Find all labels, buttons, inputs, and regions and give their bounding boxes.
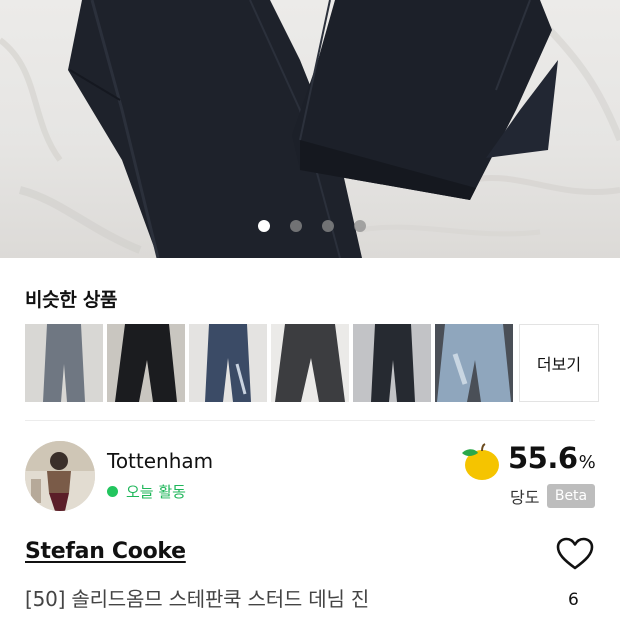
similar-item-thumbnail[interactable]	[353, 324, 431, 402]
beta-badge: Beta	[547, 484, 595, 508]
activity-label: 오늘 활동	[126, 483, 186, 501]
carousel-indicator	[0, 220, 620, 232]
product-title: [50] 솔리드옴므 스테판쿡 스터드 데님 진	[25, 587, 370, 611]
seller-activity-status: 오늘 활동	[107, 481, 186, 502]
carousel-dot[interactable]	[290, 220, 302, 232]
carousel-dot-active[interactable]	[258, 220, 270, 232]
sweetness-number: 55.6	[508, 441, 578, 475]
brand-link[interactable]: Stefan Cooke	[25, 539, 186, 564]
sweetness-score: 55.6%	[508, 441, 596, 475]
similar-item-thumbnail[interactable]	[435, 324, 513, 402]
similar-item-thumbnail[interactable]	[271, 324, 349, 402]
similar-items-title: 비슷한 상품	[25, 289, 118, 311]
sweetness-unit: %	[578, 452, 596, 473]
seller-name[interactable]: Tottenham	[107, 449, 213, 473]
carousel-dot[interactable]	[322, 220, 334, 232]
section-divider	[25, 420, 595, 421]
like-count: 6	[568, 590, 579, 610]
see-more-button[interactable]: 더보기	[519, 324, 599, 402]
product-image-carousel[interactable]	[0, 0, 620, 258]
similar-items-list: 더보기	[25, 324, 599, 402]
sweetness-label: 당도	[510, 488, 540, 507]
online-dot-icon	[107, 486, 118, 497]
similar-item-thumbnail[interactable]	[107, 324, 185, 402]
similar-item-thumbnail[interactable]	[189, 324, 267, 402]
like-heart-icon[interactable]	[556, 537, 594, 571]
similar-item-thumbnail[interactable]	[25, 324, 103, 402]
seller-avatar[interactable]	[25, 441, 95, 511]
apple-icon	[462, 443, 499, 480]
carousel-dot[interactable]	[354, 220, 366, 232]
